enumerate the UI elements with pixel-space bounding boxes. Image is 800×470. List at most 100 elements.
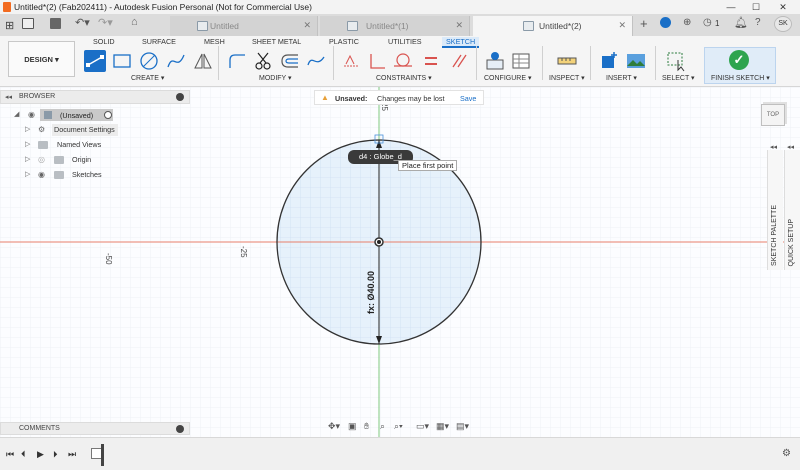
diameter-dimension-text[interactable]: fx: Ø40.00 <box>366 271 376 314</box>
tab-utilities[interactable]: UTILITIES <box>388 37 422 46</box>
parameters-icon[interactable] <box>484 50 506 72</box>
add-comment-icon[interactable] <box>176 425 184 433</box>
close-tab-icon[interactable]: ✕ <box>455 20 463 31</box>
go-to-start-icon[interactable]: ⏮︎ <box>6 449 14 460</box>
browser-options-icon[interactable] <box>176 93 184 101</box>
doc-tab-label: Untitled*(1) <box>366 21 409 31</box>
move-curve-icon[interactable] <box>305 50 327 72</box>
view-cube[interactable]: TOP <box>761 104 785 126</box>
doc-tab-3[interactable]: Untitled*(2) ✕ <box>473 16 633 36</box>
configure-menu[interactable]: CONFIGURE ▾ <box>484 74 531 82</box>
eye-icon[interactable]: ◉ <box>38 170 45 179</box>
rectangle-tool-icon[interactable] <box>111 50 133 72</box>
browser-panel-header[interactable]: ◂◂ BROWSER <box>0 90 190 104</box>
help-icon[interactable]: ? <box>755 17 761 28</box>
constraints-menu[interactable]: CONSTRAINTS ▾ <box>376 74 432 82</box>
job-status-icon[interactable]: ◷ <box>703 17 712 28</box>
step-back-icon[interactable]: ⏴︎ <box>21 449 26 460</box>
comments-panel-header[interactable]: COMMENTS <box>0 422 190 435</box>
insert-image-icon[interactable] <box>625 50 647 72</box>
insert-menu[interactable]: INSERT ▾ <box>606 74 637 82</box>
browser-item-sketches[interactable]: ▷ ◉ Sketches <box>0 168 190 182</box>
close-button[interactable]: ✕ <box>775 1 791 13</box>
display-settings-icon[interactable]: ▭▾ <box>416 421 429 432</box>
view-cube-label: TOP <box>766 112 780 118</box>
chevron-right-icon[interactable]: ▷ <box>25 125 30 133</box>
pan-hand-icon[interactable]: ✋︎ <box>364 421 369 432</box>
bell-icon[interactable]: 🔔︎ <box>734 16 748 29</box>
sketch-palette-tab[interactable]: SKETCH PALETTE <box>767 150 783 270</box>
line-tool-icon[interactable] <box>84 50 106 72</box>
doc-tab-1[interactable]: Untitled ✕ <box>170 16 318 36</box>
trim-scissors-icon[interactable] <box>252 50 274 72</box>
tab-plastic[interactable]: PLASTIC <box>329 37 359 46</box>
tab-surface[interactable]: SURFACE <box>142 37 176 46</box>
fillet-tool-icon[interactable] <box>226 50 248 72</box>
home-icon[interactable]: ⌂ <box>131 16 138 28</box>
select-window-icon[interactable] <box>666 50 688 72</box>
tab-mesh[interactable]: MESH <box>204 37 225 46</box>
timeline-marker[interactable] <box>101 444 104 466</box>
step-forward-icon[interactable]: ⏵︎ <box>53 449 58 460</box>
offset-tool-icon[interactable] <box>279 50 301 72</box>
mirror-tool-icon[interactable] <box>192 50 214 72</box>
viewports-icon[interactable]: ▤▾ <box>456 421 469 432</box>
chevron-right-icon[interactable]: ▷ <box>25 140 30 148</box>
quick-setup-tab[interactable]: QUICK SETUP <box>784 150 800 270</box>
browser-item-origin[interactable]: ▷ ◎ Origin <box>0 153 190 167</box>
orbit-icon[interactable]: ✥▾ <box>328 421 340 432</box>
browser-item-named-views[interactable]: ▷ Named Views <box>0 138 190 152</box>
tab-sheet-metal[interactable]: SHEET METAL <box>252 37 301 46</box>
fix-constraint-icon[interactable] <box>340 50 362 72</box>
modify-menu[interactable]: MODIFY ▾ <box>259 74 292 82</box>
measure-icon[interactable] <box>556 50 578 72</box>
eye-icon[interactable]: ◉ <box>28 110 35 119</box>
help-circle-icon[interactable]: ⊕ <box>683 17 691 28</box>
save-icon[interactable] <box>50 18 61 29</box>
configure-table-icon[interactable] <box>510 50 532 72</box>
perpendicular-constraint-icon[interactable] <box>366 50 388 72</box>
spline-tool-icon[interactable] <box>165 50 187 72</box>
insert-derive-icon[interactable] <box>598 50 620 72</box>
new-tab-icon[interactable]: + <box>640 16 648 31</box>
user-avatar[interactable]: SK <box>774 16 792 32</box>
inspect-menu[interactable]: INSPECT ▾ <box>549 74 585 82</box>
chevron-right-icon[interactable]: ▷ <box>25 170 30 178</box>
doc-tab-2[interactable]: Untitled*(1) ✕ <box>320 16 470 36</box>
undo-icon[interactable]: ↶▾ <box>75 16 90 29</box>
title-bar: Untitled*(2) (Fab202411) - Autodesk Fusi… <box>0 0 800 14</box>
close-tab-icon[interactable]: ✕ <box>303 20 311 31</box>
browser-item-document-settings[interactable]: ▷ ⚙ Document Settings <box>0 123 190 137</box>
finish-sketch-label[interactable]: FINISH SKETCH ▾ <box>711 74 770 82</box>
timeline-settings-gear-icon[interactable]: ⚙ <box>782 448 791 459</box>
redo-icon[interactable]: ↷▾ <box>98 16 113 29</box>
play-icon[interactable]: ▶︎ <box>37 449 44 460</box>
tab-sketch[interactable]: SKETCH <box>442 37 480 48</box>
tab-solid[interactable]: SOLID <box>93 37 115 46</box>
close-tab-icon[interactable]: ✕ <box>618 20 626 31</box>
file-menu-icon[interactable] <box>22 18 34 29</box>
grid-settings-icon[interactable]: ▦▾ <box>436 421 449 432</box>
equal-constraint-icon[interactable] <box>420 50 442 72</box>
tangent-constraint-icon[interactable] <box>392 50 414 72</box>
fit-zoom-icon[interactable]: ⌕▾ <box>394 421 403 432</box>
chevron-down-icon[interactable]: ◢ <box>14 110 19 118</box>
workspace-design-button[interactable]: DESIGN ▾ <box>8 41 75 77</box>
create-menu[interactable]: CREATE ▾ <box>131 74 164 82</box>
select-menu[interactable]: SELECT ▾ <box>662 74 695 82</box>
extensions-icon[interactable] <box>660 17 671 28</box>
go-to-end-icon[interactable]: ⏭︎ <box>68 449 76 460</box>
chevron-right-icon[interactable]: ▷ <box>25 155 30 163</box>
maximize-button[interactable]: ☐ <box>748 1 764 13</box>
data-panel-grid-icon[interactable]: ⊞ <box>5 19 14 32</box>
parallel-constraint-icon[interactable] <box>448 50 470 72</box>
browser-item-root[interactable]: ◢ ◉ (Unsaved) <box>0 108 190 122</box>
zoom-icon[interactable]: ⌕ <box>380 421 385 432</box>
circle-tool-icon[interactable] <box>138 50 160 72</box>
save-link[interactable]: Save <box>460 94 476 103</box>
activate-radio-icon[interactable] <box>104 111 112 119</box>
collapse-browser-icon[interactable]: ◂◂ <box>5 93 12 101</box>
minimize-button[interactable]: — <box>723 1 739 13</box>
eye-hidden-icon[interactable]: ◎ <box>38 155 45 164</box>
look-at-icon[interactable]: ▣ <box>348 421 357 432</box>
